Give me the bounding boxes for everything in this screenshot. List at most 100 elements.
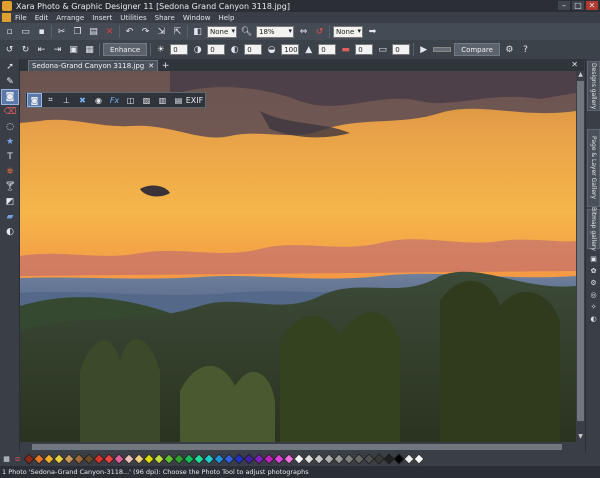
gallery-icon[interactable]: ▣ <box>588 255 599 264</box>
quickshape-tool-icon[interactable]: ★ <box>2 135 18 149</box>
resample-icon[interactable]: ▥ <box>156 94 169 106</box>
play-icon[interactable]: ▶ <box>417 43 430 56</box>
menu-utilities[interactable]: Utilities <box>120 14 146 22</box>
zoom-combo[interactable]: 18% ▾ <box>256 25 294 38</box>
shape-editor-tool-icon[interactable]: ◌ <box>2 120 18 134</box>
selector-combo[interactable]: None ▾ <box>333 25 363 38</box>
menu-edit[interactable]: Edit <box>35 14 49 22</box>
compare-button[interactable]: Compare <box>454 43 500 56</box>
tab-bitmap-gallery[interactable]: Bitmap gallery <box>587 207 600 251</box>
gallery-icon[interactable]: ◐ <box>588 315 599 324</box>
contour-tool-icon[interactable]: ◐ <box>2 225 18 239</box>
close-tab-icon[interactable]: ✕ <box>148 62 154 70</box>
tab-sedona-grand-canyon[interactable]: Sedona-Grand Canyon 3118.jpg ✕ <box>28 60 159 71</box>
horizontal-scrollbar[interactable] <box>20 442 576 452</box>
zoom-previous-icon[interactable]: ↺ <box>313 25 326 38</box>
shadow-tool-icon[interactable]: ◩ <box>2 195 18 209</box>
minimize-button[interactable]: – <box>558 1 570 10</box>
resize-icon[interactable]: ▨ <box>140 94 153 106</box>
maximize-button[interactable]: □ <box>572 1 584 10</box>
temperature-value[interactable]: 100 <box>281 44 300 55</box>
properties-icon[interactable]: ▤ <box>172 94 185 106</box>
zoom-icon[interactable]: 🔍︎ <box>240 25 253 38</box>
zoom-page-icon[interactable]: ⇔ <box>297 25 310 38</box>
vertical-scrollbar[interactable]: ▲ ▼ <box>576 71 585 442</box>
quality-combo[interactable]: None ▾ <box>207 25 237 38</box>
adjust-icon[interactable]: ◫ <box>124 94 137 106</box>
scroll-thumb[interactable] <box>577 81 584 421</box>
tab-page-layer-gallery[interactable]: Page & Layer Gallery <box>587 129 600 207</box>
save-icon[interactable]: ▪ <box>35 25 48 38</box>
flip-icon[interactable]: ⇤ <box>35 43 48 56</box>
selector-combo-value: None <box>336 27 355 36</box>
go-arrow-icon[interactable]: ➡ <box>366 25 379 38</box>
freehand-tool-icon[interactable]: ✎ <box>2 75 18 89</box>
export-icon[interactable]: ⇱ <box>171 25 184 38</box>
skip-icon[interactable]: ⇥ <box>51 43 64 56</box>
undo-icon[interactable]: ↶ <box>123 25 136 38</box>
delete-icon[interactable]: ✕ <box>103 25 116 38</box>
new-document-icon[interactable]: ▫ <box>3 25 16 38</box>
contrast-value[interactable]: 0 <box>207 44 226 55</box>
bevel-tool-icon[interactable]: ▰ <box>2 210 18 224</box>
help-icon[interactable]: ? <box>519 43 532 56</box>
healing-brush-icon[interactable]: ✖ <box>76 94 89 106</box>
photo-edit-icon[interactable]: ▣ <box>67 43 80 56</box>
photo-tool-icon[interactable]: ◙ <box>1 89 19 105</box>
sharpen-value[interactable]: 0 <box>318 44 337 55</box>
redo-icon[interactable]: ↷ <box>139 25 152 38</box>
menu-window[interactable]: Window <box>183 14 211 22</box>
scroll-up-icon[interactable]: ▲ <box>576 71 585 80</box>
gallery-icon[interactable]: ⚙ <box>588 279 599 288</box>
effects-icon[interactable]: Fx <box>108 94 121 106</box>
highlight-value[interactable]: 0 <box>392 44 411 55</box>
menu-file[interactable]: File <box>15 14 27 22</box>
document-menu-icon[interactable] <box>2 13 11 22</box>
rotate-left-icon[interactable]: ↺ <box>3 43 16 56</box>
enhance-button[interactable]: Enhance <box>103 43 148 56</box>
brightness-value[interactable]: 0 <box>170 44 189 55</box>
close-document-icon[interactable]: ✕ <box>571 60 578 69</box>
gallery-tab-label: Page & Layer Gallery <box>590 136 597 200</box>
document-canvas[interactable] <box>20 71 576 442</box>
new-tab-icon[interactable]: + <box>160 61 171 71</box>
close-button[interactable]: ✕ <box>586 1 598 10</box>
perspective-icon[interactable]: ⊥ <box>60 94 73 106</box>
app-logo-icon <box>2 1 12 11</box>
shadow-value[interactable]: 0 <box>355 44 374 55</box>
rotate-right-icon[interactable]: ↻ <box>19 43 32 56</box>
no-color-icon[interactable]: ⧄ <box>13 455 22 464</box>
menu-insert[interactable]: Insert <box>92 14 112 22</box>
red-eye-icon[interactable]: ◉ <box>92 94 105 106</box>
color-swatch[interactable] <box>413 453 425 465</box>
selector-tool-icon[interactable]: ➚ <box>2 60 18 74</box>
gallery-icon[interactable]: ✿ <box>588 267 599 276</box>
exif-button[interactable]: EXIF <box>186 94 204 106</box>
scroll-thumb[interactable] <box>32 444 562 450</box>
saturation-value[interactable]: 0 <box>244 44 263 55</box>
menu-arrange[interactable]: Arrange <box>56 14 84 22</box>
scroll-down-icon[interactable]: ▼ <box>576 433 585 442</box>
healing-icon[interactable]: ▦ <box>83 43 96 56</box>
eraser-tool-icon[interactable]: ⌫ <box>2 105 18 119</box>
import-icon[interactable]: ⇲ <box>155 25 168 38</box>
cut-icon[interactable]: ✂ <box>55 25 68 38</box>
photo-tool-icon[interactable]: ◙ <box>27 93 42 107</box>
copy-icon[interactable]: ❐ <box>71 25 84 38</box>
transparency-tool-icon[interactable]: 🍸︎ <box>2 180 18 194</box>
open-icon[interactable]: ▭ <box>19 25 32 38</box>
gallery-icon[interactable]: ◎ <box>588 291 599 300</box>
paste-icon[interactable]: ▤ <box>87 25 100 38</box>
tab-designs-gallery[interactable]: Designs gallery <box>587 61 600 111</box>
menu-help[interactable]: Help <box>218 14 234 22</box>
window-title: Xara Photo & Graphic Designer 11 [Sedona… <box>16 1 290 11</box>
gallery-icon[interactable]: ✧ <box>588 303 599 312</box>
palette-menu-icon[interactable]: ▦ <box>2 455 11 464</box>
fill-tool-icon[interactable]: ⛯ <box>2 165 18 179</box>
text-tool-icon[interactable]: T <box>2 150 18 164</box>
chevron-down-icon: ▾ <box>357 26 361 35</box>
crop-icon[interactable]: ⌗ <box>44 94 57 106</box>
menu-share[interactable]: Share <box>155 14 175 22</box>
settings-icon[interactable]: ⚙ <box>503 43 516 56</box>
strength-slider[interactable] <box>433 47 452 52</box>
